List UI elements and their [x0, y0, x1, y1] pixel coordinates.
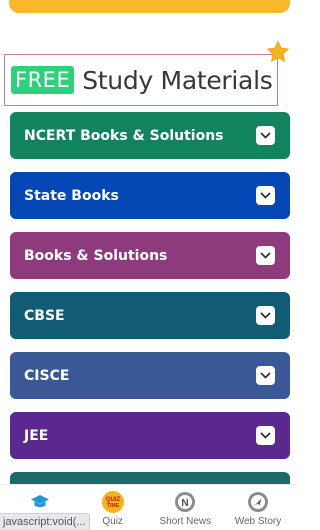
status-bar-link-preview: javascript:void(...	[0, 513, 90, 530]
svg-text:N: N	[182, 498, 189, 509]
category-jee[interactable]: JEE	[10, 412, 290, 459]
news-icon: N	[174, 491, 196, 513]
category-cisce[interactable]: CISCE	[10, 352, 290, 399]
category-label: CISCE	[24, 367, 70, 384]
star-icon	[266, 40, 290, 62]
quiz-time-icon: QUIZ TIME	[101, 491, 124, 513]
category-list: NCERT Books & Solutions State Books Book…	[10, 112, 290, 530]
svg-text:TIME: TIME	[107, 503, 120, 509]
chevron-down-icon[interactable]	[256, 366, 275, 385]
graduation-cap-icon	[29, 491, 51, 513]
nav-item-web-story[interactable]: Web Story	[228, 485, 288, 530]
web-story-icon	[247, 491, 269, 513]
category-state-books[interactable]: State Books	[10, 172, 290, 219]
study-materials-header: FREE Study Materials	[4, 54, 278, 106]
chevron-down-icon[interactable]	[256, 126, 275, 145]
chevron-down-icon[interactable]	[256, 246, 275, 265]
chevron-down-icon[interactable]	[256, 426, 275, 445]
page-title: Study Materials	[82, 65, 273, 95]
nav-label: Web Story	[234, 516, 282, 527]
category-label: NCERT Books & Solutions	[24, 127, 224, 144]
top-banner-edge	[9, 0, 290, 13]
category-label: State Books	[24, 187, 119, 204]
chevron-down-icon[interactable]	[256, 306, 275, 325]
nav-label: Short News	[159, 516, 212, 527]
category-ncert[interactable]: NCERT Books & Solutions	[10, 112, 290, 159]
nav-item-quiz[interactable]: QUIZ TIME Quiz	[83, 485, 143, 530]
nav-label: Quiz	[102, 516, 123, 527]
free-badge: FREE	[11, 66, 75, 94]
nav-item-short-news[interactable]: N Short News	[155, 485, 215, 530]
category-label: CBSE	[24, 307, 65, 324]
category-books-solutions[interactable]: Books & Solutions	[10, 232, 290, 279]
category-label: JEE	[24, 427, 49, 444]
category-label: Books & Solutions	[24, 247, 168, 264]
category-cbse[interactable]: CBSE	[10, 292, 290, 339]
chevron-down-icon[interactable]	[256, 186, 275, 205]
